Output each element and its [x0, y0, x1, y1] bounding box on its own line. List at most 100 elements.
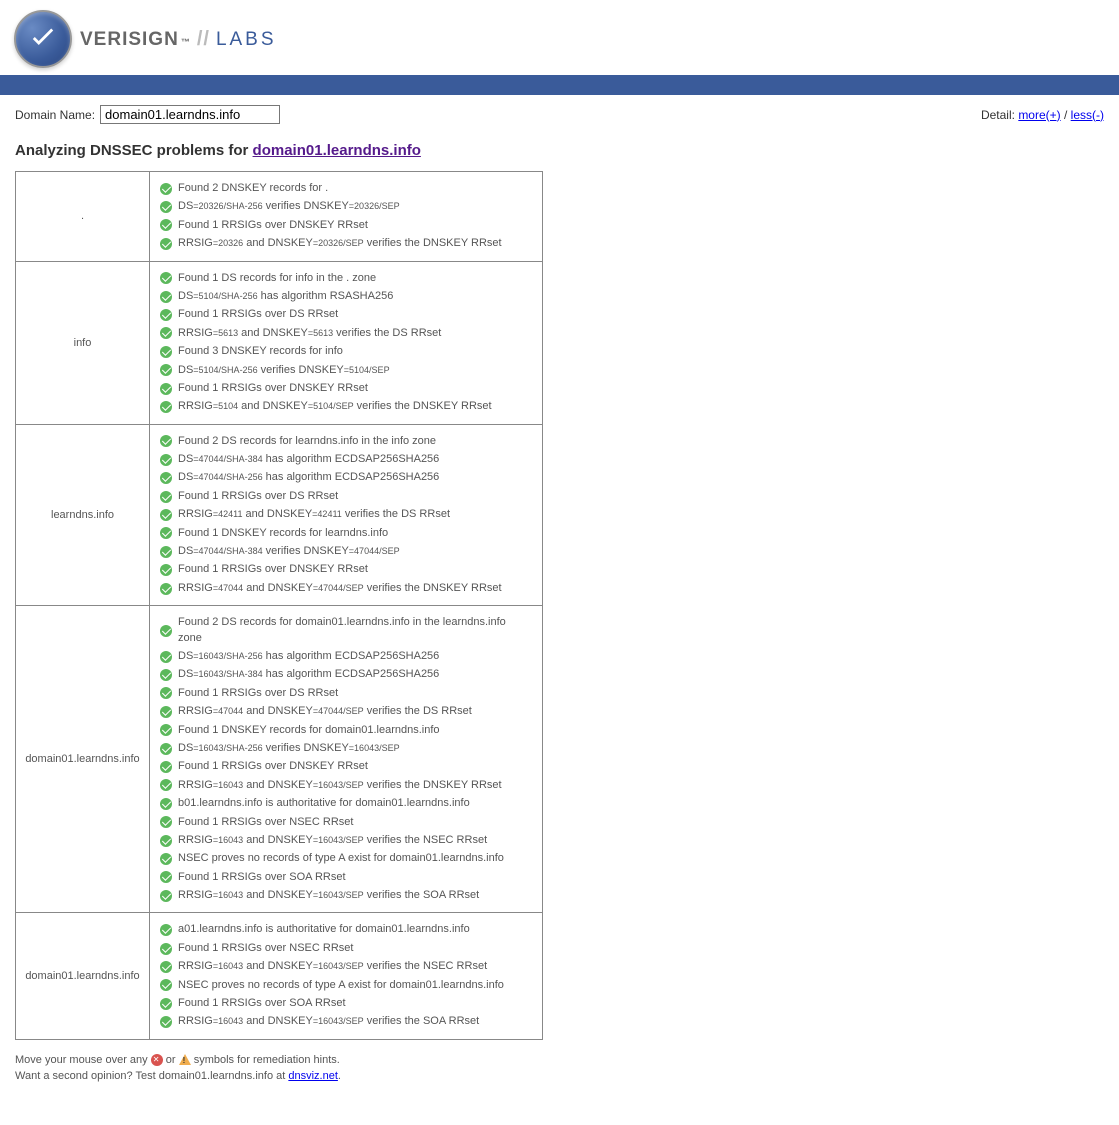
page-title: Analyzing DNSSEC problems for domain01.l…: [0, 134, 1119, 171]
result-text: Found 1 DNSKEY records for learndns.info: [178, 526, 388, 541]
success-icon: [160, 761, 172, 773]
detail-controls: Detail: more(+) / less(-): [981, 108, 1104, 122]
dnsviz-link[interactable]: dnsviz.net: [288, 1070, 338, 1082]
result-text: Found 1 RRSIGs over NSEC RRset: [178, 815, 353, 830]
result-item: a01.learndns.info is authoritative for d…: [160, 922, 532, 937]
result-text: NSEC proves no records of type A exist f…: [178, 978, 504, 993]
result-item: Found 2 DS records for learndns.info in …: [160, 434, 532, 449]
result-text: DS=16043/SHA-384 has algorithm ECDSAP256…: [178, 667, 439, 682]
success-icon: [160, 491, 172, 503]
success-icon: [160, 816, 172, 828]
result-text: DS=16043/SHA-256 has algorithm ECDSAP256…: [178, 649, 439, 664]
result-text: DS=47044/SHA-384 verifies DNSKEY=47044/S…: [178, 544, 400, 559]
success-icon: [160, 924, 172, 936]
detail-more-link[interactable]: more(+): [1018, 108, 1060, 122]
result-item: Found 1 DNSKEY records for domain01.lear…: [160, 723, 532, 738]
result-text: DS=20326/SHA-256 verifies DNSKEY=20326/S…: [178, 199, 400, 214]
success-icon: [160, 454, 172, 466]
table-row: .Found 2 DNSKEY records for .DS=20326/SH…: [16, 172, 543, 262]
result-text: RRSIG=42411 and DNSKEY=42411 verifies th…: [178, 507, 450, 522]
result-item: RRSIG=20326 and DNSKEY=20326/SEP verifie…: [160, 236, 532, 251]
result-item: b01.learndns.info is authoritative for d…: [160, 796, 532, 811]
success-icon: [160, 779, 172, 791]
result-item: Found 1 RRSIGs over DNSKEY RRset: [160, 381, 532, 396]
result-text: Found 1 RRSIGs over DNSKEY RRset: [178, 381, 368, 396]
success-icon: [160, 346, 172, 358]
table-row: domain01.learndns.infoFound 2 DS records…: [16, 606, 543, 913]
result-item: Found 1 RRSIGs over SOA RRset: [160, 870, 532, 885]
success-icon: [160, 327, 172, 339]
result-text: NSEC proves no records of type A exist f…: [178, 851, 504, 866]
success-icon: [160, 272, 172, 284]
error-icon: [151, 1054, 163, 1066]
result-text: RRSIG=20326 and DNSKEY=20326/SEP verifie…: [178, 236, 502, 251]
result-item: DS=16043/SHA-384 has algorithm ECDSAP256…: [160, 667, 532, 682]
result-text: DS=47044/SHA-384 has algorithm ECDSAP256…: [178, 452, 439, 467]
result-text: RRSIG=16043 and DNSKEY=16043/SEP verifie…: [178, 888, 479, 903]
second-opinion-text: Want a second opinion? Test domain01.lea…: [15, 1070, 1104, 1082]
result-text: Found 1 RRSIGs over DNSKEY RRset: [178, 562, 368, 577]
results-table: .Found 2 DNSKEY records for .DS=20326/SH…: [15, 171, 543, 1040]
zone-name-cell: info: [16, 261, 150, 424]
success-icon: [160, 853, 172, 865]
success-icon: [160, 890, 172, 902]
result-item: RRSIG=16043 and DNSKEY=16043/SEP verifie…: [160, 1014, 532, 1029]
result-text: Found 1 RRSIGs over DNSKEY RRset: [178, 759, 368, 774]
result-text: DS=47044/SHA-256 has algorithm ECDSAP256…: [178, 470, 439, 485]
result-item: DS=20326/SHA-256 verifies DNSKEY=20326/S…: [160, 199, 532, 214]
result-item: Found 1 RRSIGs over DNSKEY RRset: [160, 759, 532, 774]
result-text: RRSIG=16043 and DNSKEY=16043/SEP verifie…: [178, 778, 502, 793]
brand-labs: LABS: [216, 29, 277, 51]
detail-less-link[interactable]: less(-): [1071, 108, 1104, 122]
result-text: Found 2 DNSKEY records for .: [178, 181, 328, 196]
result-item: Found 1 RRSIGs over DS RRset: [160, 489, 532, 504]
success-icon: [160, 201, 172, 213]
success-icon: [160, 1016, 172, 1028]
success-icon: [160, 651, 172, 663]
result-item: DS=47044/SHA-256 has algorithm ECDSAP256…: [160, 470, 532, 485]
zone-items-cell: Found 1 DS records for info in the . zon…: [150, 261, 543, 424]
result-text: b01.learndns.info is authoritative for d…: [178, 796, 470, 811]
result-text: RRSIG=16043 and DNSKEY=16043/SEP verifie…: [178, 833, 487, 848]
result-text: Found 1 RRSIGs over DS RRset: [178, 489, 338, 504]
result-text: Found 2 DS records for domain01.learndns…: [178, 615, 532, 646]
result-item: RRSIG=16043 and DNSKEY=16043/SEP verifie…: [160, 833, 532, 848]
result-item: Found 1 DS records for info in the . zon…: [160, 271, 532, 286]
success-icon: [160, 998, 172, 1010]
success-icon: [160, 291, 172, 303]
success-icon: [160, 979, 172, 991]
result-item: DS=5104/SHA-256 verifies DNSKEY=5104/SEP: [160, 363, 532, 378]
result-text: Found 1 RRSIGs over SOA RRset: [178, 996, 346, 1011]
result-text: DS=5104/SHA-256 has algorithm RSASHA256: [178, 289, 393, 304]
result-text: Found 2 DS records for learndns.info in …: [178, 434, 436, 449]
table-row: learndns.infoFound 2 DS records for lear…: [16, 424, 543, 606]
result-item: DS=47044/SHA-384 verifies DNSKEY=47044/S…: [160, 544, 532, 559]
detail-label: Detail:: [981, 108, 1015, 122]
detail-sep: /: [1061, 108, 1071, 122]
result-text: RRSIG=5104 and DNSKEY=5104/SEP verifies …: [178, 399, 492, 414]
domain-label: Domain Name:: [15, 108, 95, 122]
result-text: RRSIG=16043 and DNSKEY=16043/SEP verifie…: [178, 959, 487, 974]
header: VERISIGN™ // LABS: [0, 0, 1119, 73]
result-item: RRSIG=5104 and DNSKEY=5104/SEP verifies …: [160, 399, 532, 414]
title-prefix: Analyzing DNSSEC problems for: [15, 142, 253, 159]
zone-items-cell: Found 2 DS records for learndns.info in …: [150, 424, 543, 606]
success-icon: [160, 669, 172, 681]
title-domain-link[interactable]: domain01.learndns.info: [253, 142, 421, 159]
result-item: Found 2 DS records for domain01.learndns…: [160, 615, 532, 646]
table-row: info Found 1 DS records for info in the .…: [16, 261, 543, 424]
result-item: RRSIG=16043 and DNSKEY=16043/SEP verifie…: [160, 778, 532, 793]
success-icon: [160, 706, 172, 718]
controls-row: Domain Name: Detail: more(+) / less(-): [0, 95, 1119, 134]
success-icon: [160, 219, 172, 231]
result-item: Found 1 RRSIGs over DNSKEY RRset: [160, 562, 532, 577]
result-item: DS=47044/SHA-384 has algorithm ECDSAP256…: [160, 452, 532, 467]
success-icon: [160, 364, 172, 376]
warning-icon: [179, 1054, 191, 1065]
success-icon: [160, 743, 172, 755]
domain-input[interactable]: [100, 105, 280, 124]
result-text: Found 1 DS records for info in the . zon…: [178, 271, 376, 286]
result-text: RRSIG=5613 and DNSKEY=5613 verifies the …: [178, 326, 441, 341]
success-icon: [160, 383, 172, 395]
success-icon: [160, 472, 172, 484]
